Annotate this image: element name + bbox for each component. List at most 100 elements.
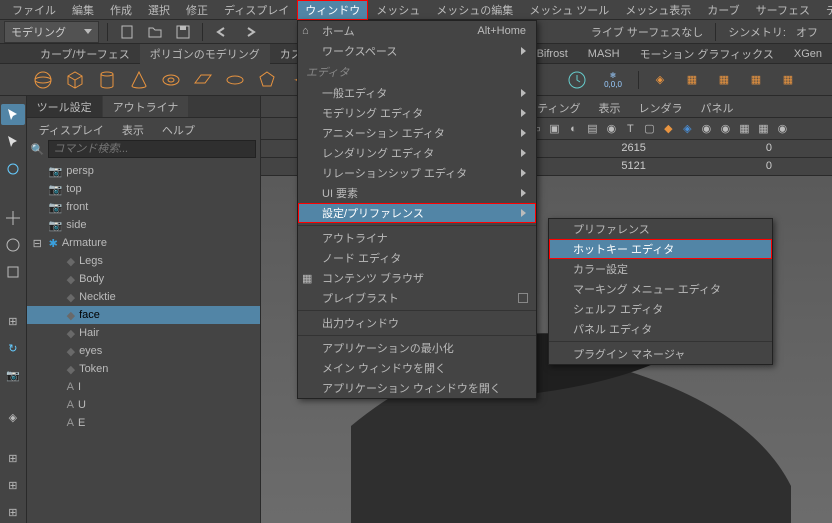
poly-cylinder-icon[interactable] bbox=[94, 67, 120, 93]
tree-item-armature[interactable]: ⊟✱Armature bbox=[27, 234, 261, 252]
lasso-tool-icon[interactable] bbox=[1, 131, 25, 152]
shelf-tab-motion[interactable]: モーション グラフィックス bbox=[630, 44, 784, 64]
panel-tab-outliner[interactable]: アウトライナ bbox=[103, 96, 189, 117]
vp-shade-icon[interactable]: ◐ bbox=[565, 121, 581, 137]
poly-plane-icon[interactable] bbox=[190, 67, 216, 93]
layer-icon-2[interactable]: ▦ bbox=[679, 67, 705, 93]
menu-deform[interactable]: デフォーム bbox=[818, 0, 832, 20]
dd-open-main-window[interactable]: メイン ウィンドウを開く bbox=[298, 358, 536, 378]
dd-content-browser[interactable]: ▦コンテンツ ブラウザ bbox=[298, 268, 536, 288]
vp-menu-show[interactable]: 表示 bbox=[591, 98, 629, 115]
plus-box-icon-3[interactable]: ⊞ bbox=[1, 502, 25, 523]
outliner-menu-help[interactable]: ヘルプ bbox=[154, 120, 203, 136]
sub-preferences[interactable]: プリファレンス bbox=[549, 219, 772, 239]
dd-open-app-window[interactable]: アプリケーション ウィンドウを開く bbox=[298, 378, 536, 398]
tree-item-front[interactable]: 📷front bbox=[27, 198, 261, 216]
vp-menu-panel[interactable]: パネル bbox=[693, 98, 742, 115]
vp-dot1-icon[interactable]: ◉ bbox=[698, 121, 714, 137]
new-scene-icon[interactable] bbox=[116, 21, 138, 43]
tree-item-hair[interactable]: ◆Hair bbox=[27, 324, 261, 342]
vp-dot3-icon[interactable]: ▦ bbox=[736, 121, 752, 137]
menu-window[interactable]: ウィンドウ bbox=[297, 0, 368, 20]
menu-modify[interactable]: 修正 bbox=[178, 0, 216, 20]
menu-create[interactable]: 作成 bbox=[102, 0, 140, 20]
vp-xray-icon[interactable]: ▢ bbox=[641, 121, 657, 137]
outliner-menu-show[interactable]: 表示 bbox=[114, 120, 152, 136]
tree-item-face[interactable]: ◆face bbox=[27, 306, 261, 324]
save-icon[interactable] bbox=[172, 21, 194, 43]
vp-cube-icon[interactable]: ◈ bbox=[679, 121, 695, 137]
outliner-menu-display[interactable]: ディスプレイ bbox=[31, 120, 112, 136]
workspace-mode-select[interactable]: モデリング bbox=[4, 21, 99, 43]
dd-relationship-editor[interactable]: リレーションシップ エディタ bbox=[298, 163, 536, 183]
snow-icon[interactable]: ❄0,0,0 bbox=[596, 67, 630, 93]
dd-playblast[interactable]: プレイブラスト bbox=[298, 288, 536, 308]
poly-platonic-icon[interactable] bbox=[254, 67, 280, 93]
move-tool-icon[interactable] bbox=[1, 207, 25, 228]
dd-outliner[interactable]: アウトライナ bbox=[298, 228, 536, 248]
symmetry-value[interactable]: オフ bbox=[796, 24, 818, 40]
select-tool-icon[interactable] bbox=[1, 104, 25, 125]
tree-item-eyes[interactable]: ◆eyes bbox=[27, 342, 261, 360]
dd-ui-elements[interactable]: UI 要素 bbox=[298, 183, 536, 203]
history-tool-icon[interactable]: ↻ bbox=[1, 338, 25, 359]
dd-settings-preferences[interactable]: 設定/プリファレンス bbox=[298, 203, 536, 223]
dd-minimize-app[interactable]: アプリケーションの最小化 bbox=[298, 338, 536, 358]
dd-node-editor[interactable]: ノード エディタ bbox=[298, 248, 536, 268]
layer-icon-5[interactable]: ▦ bbox=[775, 67, 801, 93]
dd-workspace[interactable]: ワークスペース bbox=[298, 41, 536, 61]
vp-wire-icon[interactable]: ▣ bbox=[546, 121, 562, 137]
menu-mesh-tool[interactable]: メッシュ ツール bbox=[521, 0, 617, 20]
collapse-icon[interactable]: ⊟ bbox=[33, 237, 45, 250]
layer-icon-4[interactable]: ▦ bbox=[743, 67, 769, 93]
tree-item-e[interactable]: AE bbox=[27, 414, 261, 432]
menu-mesh[interactable]: メッシュ bbox=[368, 0, 428, 20]
menu-mesh-edit[interactable]: メッシュの編集 bbox=[428, 0, 521, 20]
shelf-tab-poly[interactable]: ポリゴンのモデリング bbox=[140, 44, 270, 64]
search-input[interactable] bbox=[48, 140, 256, 158]
poly-disc-icon[interactable] bbox=[222, 67, 248, 93]
dd-output-window[interactable]: 出力ウィンドウ bbox=[298, 313, 536, 333]
dd-general-editor[interactable]: 一般エディタ bbox=[298, 83, 536, 103]
poly-torus-icon[interactable] bbox=[158, 67, 184, 93]
camera-tool-icon[interactable]: 📷 bbox=[1, 365, 25, 386]
redo-icon[interactable] bbox=[239, 21, 261, 43]
vp-ao-icon[interactable]: T bbox=[622, 121, 638, 137]
open-folder-icon[interactable] bbox=[144, 21, 166, 43]
sub-hotkey-editor[interactable]: ホットキー エディタ bbox=[549, 239, 772, 259]
dd-modeling-editor[interactable]: モデリング エディタ bbox=[298, 103, 536, 123]
ref-tool-icon[interactable]: ◈ bbox=[1, 407, 25, 428]
options-box-icon[interactable] bbox=[518, 293, 528, 303]
sub-plugin-manager[interactable]: プラグイン マネージャ bbox=[549, 344, 772, 364]
shelf-tab-curves[interactable]: カーブ/サーフェス bbox=[30, 44, 140, 64]
scale-tool-icon[interactable] bbox=[1, 262, 25, 283]
poly-sphere-icon[interactable] bbox=[30, 67, 56, 93]
rotate-tool-icon[interactable] bbox=[1, 235, 25, 256]
undo-icon[interactable] bbox=[211, 21, 233, 43]
shelf-tab-xgen[interactable]: XGen bbox=[784, 46, 832, 62]
dd-home[interactable]: ⌂ ホーム Alt+Home bbox=[298, 21, 536, 41]
menu-mesh-display[interactable]: メッシュ表示 bbox=[617, 0, 699, 20]
menu-display[interactable]: ディスプレイ bbox=[216, 0, 297, 20]
dd-rendering-editor[interactable]: レンダリング エディタ bbox=[298, 143, 536, 163]
sub-panel-editor[interactable]: パネル エディタ bbox=[549, 319, 772, 339]
plus-box-icon-2[interactable]: ⊞ bbox=[1, 475, 25, 496]
tree-item-u[interactable]: AU bbox=[27, 396, 261, 414]
snap-tool-icon[interactable]: ⊞ bbox=[1, 311, 25, 332]
vp-tex-icon[interactable]: ▤ bbox=[584, 121, 600, 137]
vp-dot5-icon[interactable]: ◉ bbox=[774, 121, 790, 137]
shelf-tab-mash[interactable]: MASH bbox=[578, 46, 630, 62]
vp-menu-renderer[interactable]: レンダラ bbox=[631, 98, 691, 115]
tree-item-i[interactable]: AI bbox=[27, 378, 261, 396]
render-clock-icon[interactable] bbox=[564, 67, 590, 93]
menu-edit[interactable]: 編集 bbox=[64, 0, 102, 20]
tree-item-side[interactable]: 📷side bbox=[27, 216, 261, 234]
tree-item-token[interactable]: ◆Token bbox=[27, 360, 261, 378]
tree-item-necktie[interactable]: ◆Necktie bbox=[27, 288, 261, 306]
vp-light-icon[interactable]: ◉ bbox=[603, 121, 619, 137]
menu-surface[interactable]: サーフェス bbox=[748, 0, 818, 20]
layer-icon-3[interactable]: ▦ bbox=[711, 67, 737, 93]
paint-tool-icon[interactable] bbox=[1, 158, 25, 179]
menu-curve[interactable]: カーブ bbox=[699, 0, 747, 20]
tree-item-persp[interactable]: 📷persp bbox=[27, 162, 261, 180]
